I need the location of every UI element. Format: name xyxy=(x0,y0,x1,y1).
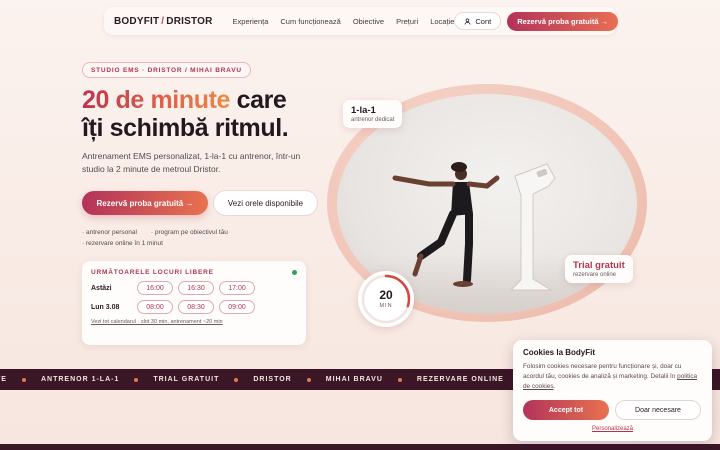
marquee-dot xyxy=(397,377,402,382)
time-slot-button[interactable]: 16:30 xyxy=(178,281,214,295)
brand-name: BODYFIT xyxy=(114,15,160,27)
nav-actions: Cont Rezervă proba gratuită → xyxy=(454,11,619,31)
top-nav: BODYFIT / DRISTOR Experiența Cum funcțione… xyxy=(104,7,619,35)
nav-link-cum-functioneaza[interactable]: Cum funcționează xyxy=(280,17,340,26)
headline-line2: îți schimbă ritmul. xyxy=(82,114,289,142)
accept-all-button[interactable]: Accept tot xyxy=(523,400,609,420)
brand-logo[interactable]: BODYFIT / DRISTOR xyxy=(114,16,213,27)
badge-subtitle: rezervare online xyxy=(573,272,617,278)
nav-link-experienta[interactable]: Experiența xyxy=(233,17,269,26)
cookie-actions: Accept tot Doar necesare xyxy=(523,400,702,420)
hero-book-trial-button[interactable]: Rezervă proba gratuită → xyxy=(82,191,208,215)
account-button[interactable]: Cont xyxy=(454,12,502,30)
brand-separator: / xyxy=(161,15,165,27)
hero-headline: 20 de minute care îți schimbă ritmul. xyxy=(82,86,342,142)
cookie-text: Folosim cookies necesare pentru funcțion… xyxy=(523,362,702,392)
nav-link-locatie[interactable]: Locație xyxy=(430,17,454,26)
marquee-dot xyxy=(234,377,239,382)
timer-unit: MIN xyxy=(379,303,393,309)
nav-book-trial-button[interactable]: Rezervă proba gratuită → xyxy=(507,11,619,31)
marquee-item: DRISTOR xyxy=(253,376,292,383)
slot-row-monday: Lun 3.08 08:00 08:30 09:00 xyxy=(91,300,297,314)
badge-subtitle: antrenor dedicat xyxy=(351,117,395,123)
time-slot-button[interactable]: 08:30 xyxy=(178,300,214,314)
footer-edge xyxy=(0,444,720,450)
account-label: Cont xyxy=(475,16,492,26)
marquee-item: TRIAL GRATUIT xyxy=(153,376,220,383)
timer-value: 20 xyxy=(379,288,393,302)
nav-links: Experiența Cum funcționează Obiective Pr… xyxy=(233,17,455,26)
time-slot-button[interactable]: 08:00 xyxy=(137,300,173,314)
marquee-dot xyxy=(306,377,311,382)
badge-title: 1-la-1 xyxy=(351,105,376,116)
time-slot-button[interactable]: 09:00 xyxy=(219,300,255,314)
slot-row-today: Astăzi 16:00 16:30 17:00 xyxy=(91,281,297,295)
slot-day-label: Astăzi xyxy=(91,284,112,292)
benefit-item: · rezervare online în 1 minut xyxy=(82,240,163,247)
cookie-text-body: Folosim cookies necesare pentru funcțion… xyxy=(523,363,682,380)
marquee-item: REZERVARE ONLINE xyxy=(416,376,504,383)
benefit-item: · antrenor personal xyxy=(82,229,137,236)
nav-link-obiective[interactable]: Obiective xyxy=(353,17,384,26)
status-dot xyxy=(292,270,297,275)
brand-location: DRISTOR xyxy=(166,15,213,27)
hero-benefits: · antrenor personal · program pe obiecti… xyxy=(82,227,228,249)
marquee-dot xyxy=(134,377,139,382)
user-icon xyxy=(464,17,471,25)
marquee-item: TE xyxy=(0,376,7,383)
see-available-hours-button[interactable]: Vezi orele disponibile xyxy=(213,190,318,216)
headline-rest: care xyxy=(230,86,287,114)
cookie-text-end: . xyxy=(553,383,556,390)
one-on-one-badge: 1-la-1 antrenor dedicat xyxy=(343,100,403,128)
nav-link-preturi[interactable]: Prețuri xyxy=(396,17,418,26)
marquee-dot xyxy=(21,377,26,382)
marquee-item: ANTRENOR 1-LA-1 xyxy=(40,376,120,383)
availability-title: URMĂTOARELE LOCURI LIBERE xyxy=(91,269,214,276)
marquee-item: MIHAI BRAVU xyxy=(325,376,383,383)
time-slot-button[interactable]: 16:00 xyxy=(137,281,173,295)
slot-day-label: Lun 3.08 xyxy=(91,303,120,311)
availability-card: URMĂTOARELE LOCURI LIBERE Astăzi 16:00 1… xyxy=(82,261,306,345)
full-calendar-link[interactable]: Vezi tot calendarul · slot 30 min, antre… xyxy=(91,319,297,325)
hero-eyebrow: STUDIO EMS · DRISTOR / MIHAI BRAVU xyxy=(82,62,251,78)
cookie-title: Cookies la BodyFit xyxy=(523,348,596,357)
headline-accent: 20 de minute xyxy=(82,86,231,114)
time-slot-button[interactable]: 17:00 xyxy=(219,281,255,295)
session-timer-badge: 20 MIN xyxy=(358,271,414,327)
customize-cookies-link[interactable]: Personalizează xyxy=(523,426,702,432)
cookie-banner: Cookies la BodyFit Folosim cookies neces… xyxy=(513,340,712,441)
benefit-item: · program pe obiectivul tău xyxy=(150,229,228,236)
hero-subtext: Antrenament EMS personalizat, 1-la-1 cu … xyxy=(82,151,301,174)
necessary-only-button[interactable]: Doar necesare xyxy=(615,400,701,420)
trial-badge: Trial gratuit rezervare online xyxy=(565,255,633,283)
badge-title: Trial gratuit xyxy=(573,260,625,271)
